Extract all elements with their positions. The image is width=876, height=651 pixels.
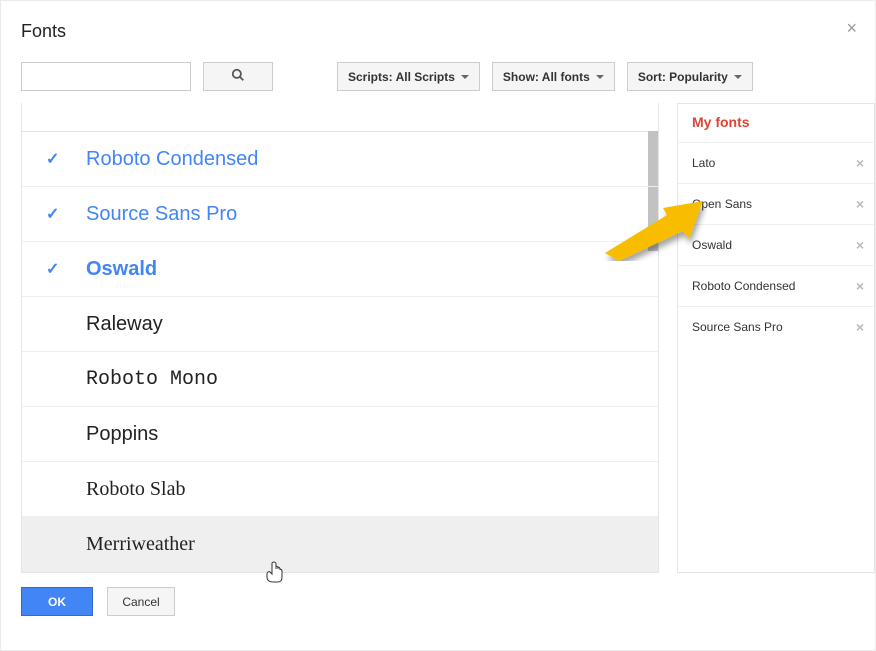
remove-icon[interactable]: ×: [856, 319, 864, 335]
font-item[interactable]: ✓ Oswald: [22, 242, 658, 297]
close-icon[interactable]: ×: [846, 19, 857, 37]
font-list-inner: ✓ Roboto Condensed ✓ Source Sans Pro ✓ Oswald…: [22, 131, 658, 572]
my-font-item[interactable]: Open Sans ×: [678, 183, 874, 224]
dialog-title: Fonts: [21, 21, 855, 42]
my-font-label: Open Sans: [692, 197, 752, 211]
font-item[interactable]: Roboto Slab: [22, 462, 658, 517]
font-name-label: Roboto Mono: [86, 368, 218, 391]
font-item[interactable]: Roboto Mono: [22, 352, 658, 407]
font-item[interactable]: Poppins: [22, 407, 658, 462]
dialog-footer: OK Cancel: [1, 573, 875, 630]
my-font-label: Lato: [692, 156, 715, 170]
my-font-item[interactable]: Lato ×: [678, 142, 874, 183]
checkmark-icon: ✓: [46, 149, 59, 169]
check-column: ✓: [46, 259, 86, 279]
my-font-item[interactable]: Roboto Condensed ×: [678, 265, 874, 306]
show-dropdown[interactable]: Show: All fonts: [492, 62, 615, 91]
cancel-button[interactable]: Cancel: [107, 587, 175, 616]
font-name-label: Roboto Condensed: [86, 148, 258, 171]
chevron-down-icon: [734, 75, 742, 79]
font-item[interactable]: ✓ Source Sans Pro: [22, 187, 658, 242]
my-font-item[interactable]: Oswald ×: [678, 224, 874, 265]
search-input[interactable]: [21, 62, 191, 91]
check-column: ✓: [46, 204, 86, 224]
sort-dropdown[interactable]: Sort: Popularity: [627, 62, 753, 91]
search-icon: [231, 68, 245, 85]
my-font-label: Oswald: [692, 238, 732, 252]
font-item[interactable]: ✓ Roboto Condensed: [22, 132, 658, 187]
show-label: Show: All fonts: [503, 70, 590, 84]
checkmark-icon: ✓: [46, 259, 59, 279]
sort-label: Sort: Popularity: [638, 70, 728, 84]
my-font-item[interactable]: Source Sans Pro ×: [678, 306, 874, 347]
remove-icon[interactable]: ×: [856, 237, 864, 253]
remove-icon[interactable]: ×: [856, 278, 864, 294]
my-fonts-panel: My fonts Lato×Open Sans×Oswald×Roboto Co…: [677, 103, 875, 573]
font-list[interactable]: ✓ Roboto Condensed ✓ Source Sans Pro ✓ Oswald…: [21, 103, 659, 573]
fonts-dialog: Fonts × Scripts: All Scripts Show: All f…: [0, 0, 876, 651]
font-name-label: Poppins: [86, 423, 158, 446]
toolbar: Scripts: All Scripts Show: All fonts Sor…: [1, 52, 875, 103]
font-name-label: Oswald: [86, 258, 157, 281]
font-name-label: Merriweather: [86, 533, 195, 556]
chevron-down-icon: [596, 75, 604, 79]
content-area: ✓ Roboto Condensed ✓ Source Sans Pro ✓ Oswald…: [1, 103, 875, 573]
scripts-label: Scripts: All Scripts: [348, 70, 455, 84]
my-fonts-list: Lato×Open Sans×Oswald×Roboto Condensed×S…: [678, 142, 874, 347]
remove-icon[interactable]: ×: [856, 196, 864, 212]
checkmark-icon: ✓: [46, 204, 59, 224]
font-name-label: Roboto Slab: [86, 478, 185, 501]
scripts-dropdown[interactable]: Scripts: All Scripts: [337, 62, 480, 91]
my-fonts-title: My fonts: [678, 104, 874, 142]
my-font-label: Roboto Condensed: [692, 279, 795, 293]
remove-icon[interactable]: ×: [856, 155, 864, 171]
search-button[interactable]: [203, 62, 273, 91]
dialog-header: Fonts ×: [1, 1, 875, 52]
font-item[interactable]: Raleway: [22, 297, 658, 352]
ok-button[interactable]: OK: [21, 587, 93, 616]
font-name-label: Raleway: [86, 313, 163, 336]
check-column: ✓: [46, 149, 86, 169]
font-item[interactable]: Merriweather: [22, 517, 658, 572]
font-name-label: Source Sans Pro: [86, 203, 237, 226]
chevron-down-icon: [461, 75, 469, 79]
my-font-label: Source Sans Pro: [692, 320, 783, 334]
